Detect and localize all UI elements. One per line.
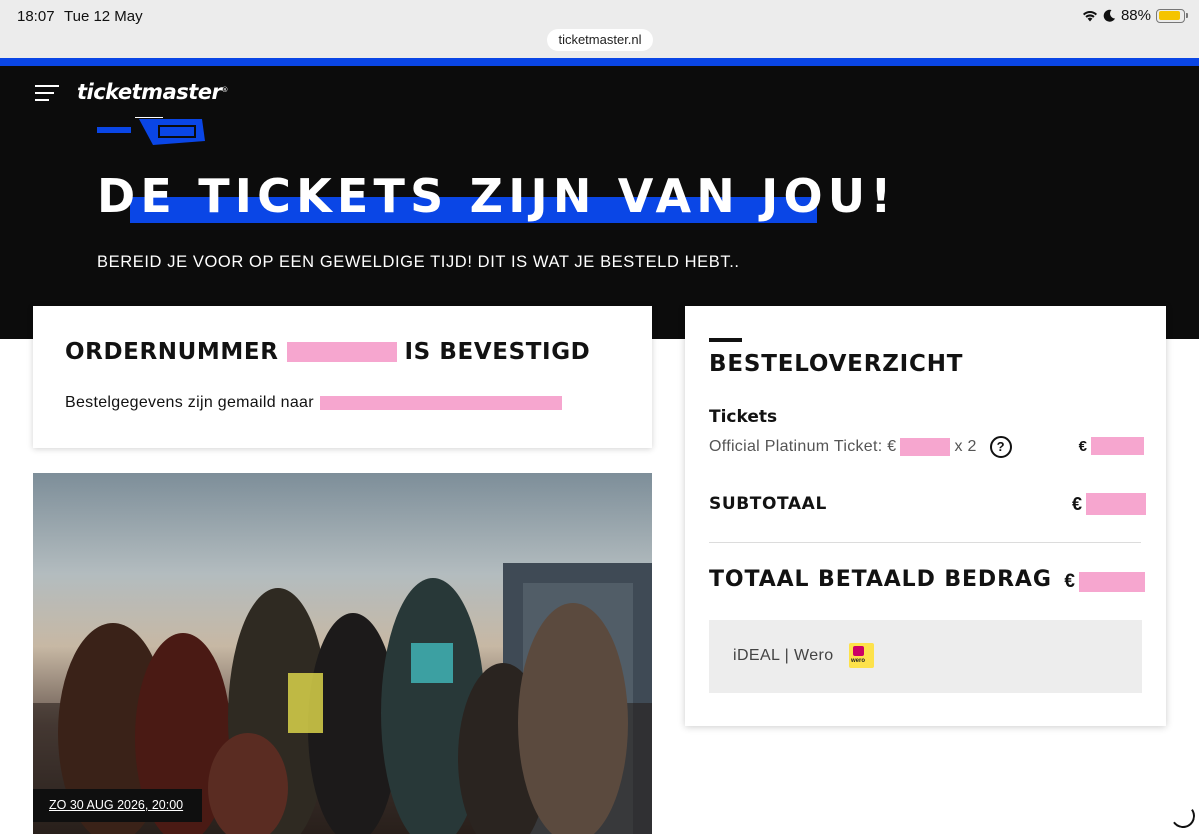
ideal-wero-logo-icon: wero: [849, 643, 874, 668]
order-confirmation-title: ORDERNUMMER IS BEVESTIGD: [65, 339, 590, 365]
wifi-icon: [1082, 11, 1097, 22]
hero-banner: ticketmaster® DE TICKETS ZIJN VAN JOU! B…: [0, 66, 1199, 339]
summary-title: BESTELOVERZICHT: [709, 351, 964, 377]
order-confirmation-card: ORDERNUMMER IS BEVESTIGD Bestelgegevens …: [33, 306, 652, 448]
logo-registered-mark: ®: [221, 86, 228, 94]
line-price-redacted: [1091, 437, 1144, 455]
order-title-prefix: ORDERNUMMER: [65, 339, 279, 365]
subtotal-price: €: [1072, 493, 1146, 515]
ticket-price-redacted: [900, 438, 951, 456]
currency-symbol: €: [1064, 571, 1075, 592]
order-email-line: Bestelgegevens zijn gemaild naar: [65, 394, 562, 412]
order-title-suffix: IS BEVESTIGD: [404, 339, 591, 365]
subtotal-label: SUBTOTAAL: [709, 494, 827, 514]
page-subtitle: BEREID JE VOOR OP EEN GEWELDIGE TIJD! DI…: [97, 253, 740, 271]
status-date: Tue 12 May: [64, 8, 143, 25]
logo-text: ticketmaster: [77, 80, 222, 104]
event-image: [33, 473, 652, 834]
hamburger-icon[interactable]: [35, 85, 59, 103]
ticket-illustration-icon: [97, 117, 205, 145]
moon-icon: [1103, 9, 1115, 22]
event-photo: [33, 563, 652, 834]
payment-method-label: iDEAL | Wero: [733, 647, 834, 664]
tickets-heading: Tickets: [709, 407, 778, 427]
currency-symbol: €: [1078, 437, 1087, 455]
summary-accent-bar: [709, 338, 742, 342]
ticket-item-label: Official Platinum Ticket: €: [709, 438, 897, 455]
battery-percent: 88%: [1120, 7, 1151, 24]
total-label: TOTAAL BETAALD BEDRAG: [709, 567, 1052, 592]
event-date-link[interactable]: ZO 30 AUG 2026, 20:00: [33, 789, 202, 822]
battery-icon: [1156, 8, 1188, 23]
page-title: DE TICKETS ZIJN VAN JOU!: [97, 169, 897, 223]
total-redacted: [1079, 572, 1145, 592]
email-redacted: [319, 396, 562, 410]
order-email-label: Bestelgegevens zijn gemaild naar: [65, 394, 314, 411]
subtotal-redacted: [1086, 493, 1146, 515]
ticket-line-item: Official Platinum Ticket: € x 2 ?: [709, 436, 1012, 458]
status-time: 18:07: [17, 8, 55, 25]
currency-symbol: €: [1071, 493, 1082, 514]
total-price: €: [1064, 571, 1145, 593]
status-bar: 18:07 Tue 12 May 88% ticketmaster.nl: [0, 0, 1199, 58]
summary-divider: [709, 542, 1141, 543]
order-number-redacted: [286, 342, 397, 362]
ticket-quantity: x 2: [954, 438, 977, 455]
ideal-mark: [853, 646, 864, 656]
brand-strip: [0, 58, 1199, 66]
payment-method-box: iDEAL | Wero wero: [709, 620, 1142, 693]
help-icon[interactable]: ?: [989, 436, 1012, 458]
url-bar[interactable]: ticketmaster.nl: [547, 29, 653, 51]
wero-mark: wero: [851, 658, 866, 664]
loading-spinner-icon: [1169, 802, 1197, 830]
status-indicators: 88%: [1082, 7, 1188, 24]
ticket-line-price: €: [1079, 437, 1144, 455]
battery-level: [1158, 11, 1180, 20]
order-summary-card: BESTELOVERZICHT Tickets Official Platinu…: [685, 306, 1166, 726]
ticketmaster-logo[interactable]: ticketmaster®: [77, 80, 228, 104]
